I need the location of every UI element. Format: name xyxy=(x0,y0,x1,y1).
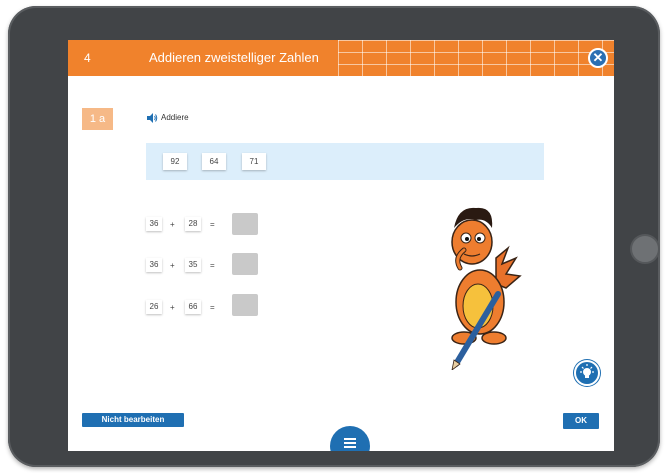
header-bar: 4 Addieren zweistelliger Zahlen ✕ xyxy=(68,40,614,76)
hint-lightbulb-icon xyxy=(580,364,594,378)
ok-button[interactable]: OK xyxy=(563,413,599,429)
equation-1-equals: = xyxy=(210,220,215,229)
menu-icon-bar xyxy=(344,442,356,444)
app-screen: 4 Addieren zweistelliger Zahlen ✕ 1 a Ad… xyxy=(68,40,614,451)
equation-2-addend-a: 36 xyxy=(146,258,162,272)
menu-button[interactable] xyxy=(330,426,370,451)
equation-3-plus: + xyxy=(170,303,175,312)
equation-1-addend-a: 36 xyxy=(146,217,162,231)
equation-3-answer-box[interactable] xyxy=(232,294,258,316)
skip-task-button[interactable]: Nicht bearbeiten xyxy=(82,413,184,427)
header-grid-pattern xyxy=(338,40,614,76)
equation-2-equals: = xyxy=(210,261,215,270)
equation-2-addend-b: 35 xyxy=(185,258,201,272)
equation-3-addend-a: 26 xyxy=(146,300,162,314)
task-instruction: Addiere xyxy=(161,113,189,122)
equation-3-addend-b: 66 xyxy=(185,300,201,314)
task-badge: 1 a xyxy=(82,108,113,130)
choice-tile[interactable]: 71 xyxy=(242,153,266,170)
page-title: Addieren zweistelliger Zahlen xyxy=(149,50,319,65)
hint-button[interactable] xyxy=(574,360,600,386)
equation-1-plus: + xyxy=(170,220,175,229)
speaker-icon[interactable] xyxy=(146,112,158,124)
equation-2-plus: + xyxy=(170,261,175,270)
close-button[interactable]: ✕ xyxy=(588,48,608,68)
tablet-home-button[interactable] xyxy=(630,234,660,264)
close-icon: ✕ xyxy=(592,50,604,65)
choice-tile[interactable]: 64 xyxy=(202,153,226,170)
equation-3-equals: = xyxy=(210,303,215,312)
menu-icon-bar xyxy=(344,446,356,448)
choice-tile[interactable]: 92 xyxy=(163,153,187,170)
menu-icon xyxy=(344,438,356,440)
equation-2-answer-box[interactable] xyxy=(232,253,258,275)
choice-tiles-area: 92 64 71 xyxy=(146,143,544,180)
equation-1-answer-box[interactable] xyxy=(232,213,258,235)
lesson-number: 4 xyxy=(84,51,91,65)
dinosaur-mascot-illustration xyxy=(451,207,522,370)
equation-1-addend-b: 28 xyxy=(185,217,201,231)
